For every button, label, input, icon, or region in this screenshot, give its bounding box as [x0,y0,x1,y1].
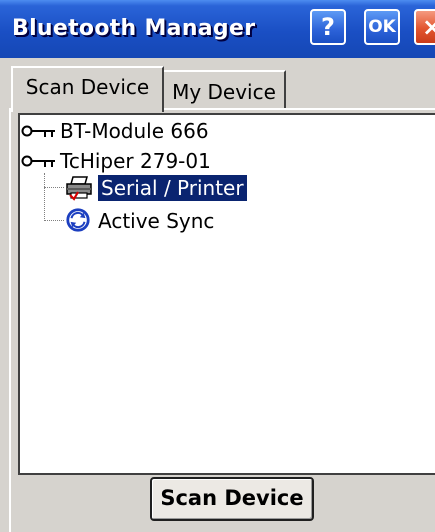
ok-button[interactable]: OK [364,9,400,45]
scan-device-button[interactable]: Scan Device [150,477,314,521]
tree-connector [44,220,64,221]
tree-item-label: Active Sync [98,209,215,233]
tree-connector [44,173,45,221]
activesync-icon [66,208,90,232]
close-button[interactable]: × [414,9,435,45]
tree-item-label: BT-Module 666 [60,119,209,143]
help-button[interactable]: ? [310,9,346,45]
tab-scan-device[interactable]: Scan Device [11,66,164,112]
tab-my-device[interactable]: My Device [164,70,286,110]
window-title: Bluetooth Manager [12,16,256,41]
tree-item-label: TcHiper 279-01 [60,149,211,173]
device-tree[interactable]: BT-Module 666 TcHiper 279-01 Serial / Pr… [18,113,435,475]
tree-connector [44,187,64,188]
key-icon [21,155,55,167]
tree-item-label: Serial / Printer [97,174,248,202]
printer-icon [66,176,92,201]
key-icon [21,125,55,137]
tab-strip: Scan Device My Device [0,58,435,112]
title-bar: Bluetooth Manager ? OK × [0,0,435,58]
